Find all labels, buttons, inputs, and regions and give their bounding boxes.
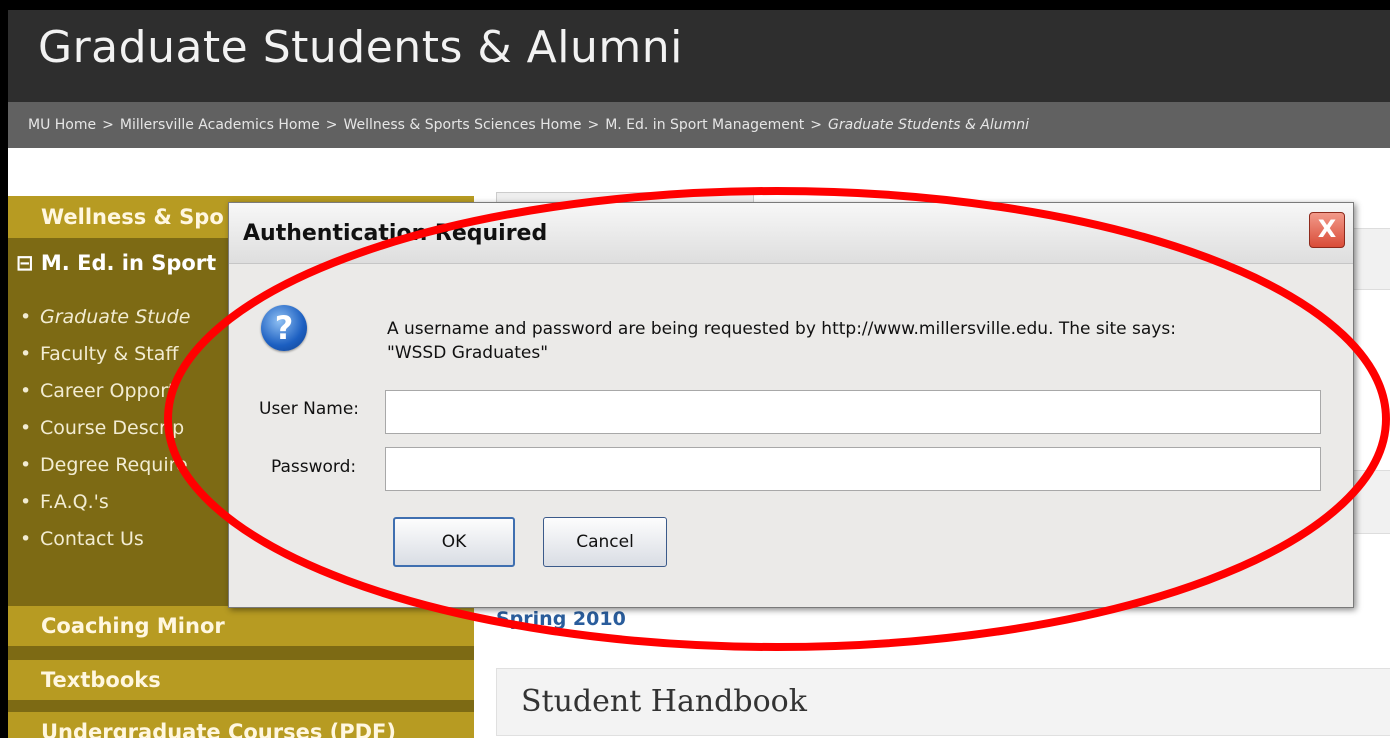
breadcrumb: MU Home > Millersville Academics Home > …: [8, 102, 1390, 148]
red-ellipse-annotation: [164, 187, 1390, 651]
breadcrumb-mu-home[interactable]: MU Home: [28, 117, 96, 133]
breadcrumb-wellness-home[interactable]: Wellness & Sports Sciences Home: [343, 117, 581, 133]
sidebar-item-undergraduate-courses[interactable]: Undergraduate Courses (PDF): [8, 712, 474, 738]
breadcrumb-sport-management[interactable]: M. Ed. in Sport Management: [605, 117, 804, 133]
page-header: Graduate Students & Alumni: [8, 10, 1390, 102]
annotation-ellipse: [164, 187, 1390, 651]
breadcrumb-current: Graduate Students & Alumni: [828, 117, 1030, 133]
breadcrumb-separator: >: [810, 117, 823, 133]
breadcrumb-separator: >: [587, 117, 600, 133]
student-handbook-heading: Student Handbook: [496, 668, 1390, 736]
breadcrumb-separator: >: [102, 117, 114, 133]
breadcrumb-separator: >: [325, 117, 338, 133]
sidebar-item-label: Career Opport: [40, 380, 176, 402]
sidebar-item-label: Faculty & Staff: [40, 343, 179, 365]
sidebar-item-label: Contact Us: [40, 528, 144, 550]
sidebar-item-label: F.A.Q.'s: [40, 491, 109, 513]
sidebar-item-textbooks[interactable]: Textbooks: [8, 660, 474, 700]
breadcrumb-academics-home[interactable]: Millersville Academics Home: [120, 117, 320, 133]
page-title: Graduate Students & Alumni: [38, 22, 683, 73]
